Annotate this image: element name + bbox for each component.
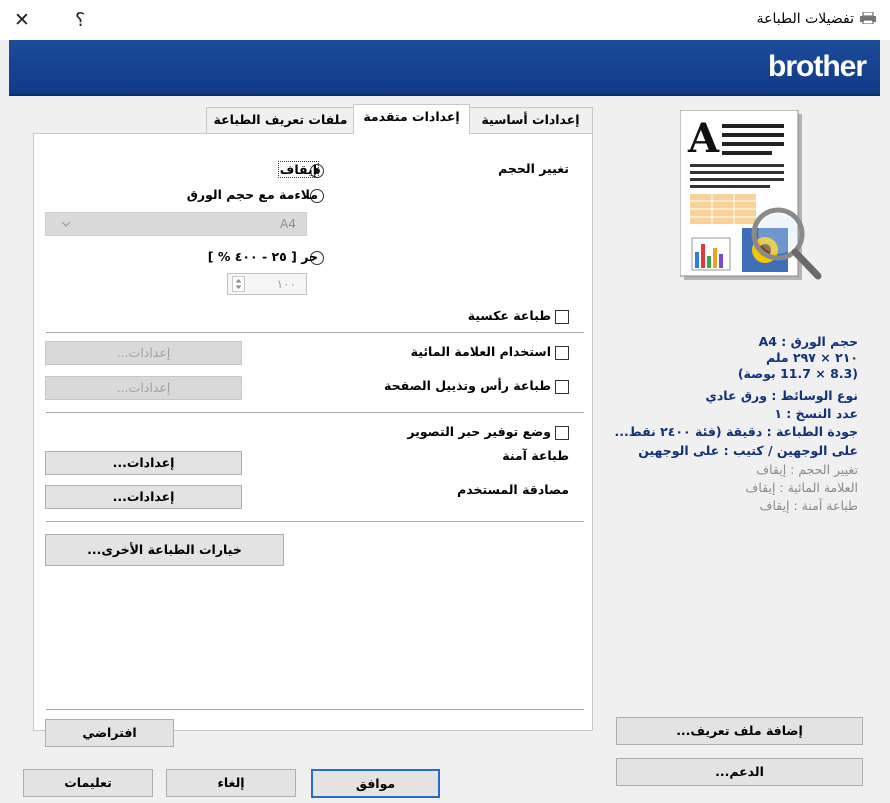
header-footer-settings-button[interactable]: إعدادات... bbox=[45, 376, 242, 400]
user-auth-settings-button[interactable]: إعدادات... bbox=[45, 485, 242, 509]
free-scale-value: ١٠٠ bbox=[276, 277, 296, 291]
separator bbox=[46, 332, 584, 333]
tab-print-profiles[interactable]: ملفات تعريف الطباعة bbox=[206, 107, 355, 133]
paper-size-select[interactable]: A4 bbox=[45, 212, 307, 236]
spin-arrows-icon bbox=[235, 279, 242, 289]
default-button[interactable]: افتراضي bbox=[45, 719, 174, 747]
watermark-checkbox[interactable] bbox=[555, 346, 569, 360]
summary-media-type: نوع الوسائط : ورق عادي bbox=[705, 388, 858, 403]
support-button[interactable]: الدعم... bbox=[616, 758, 863, 786]
svg-text:A: A bbox=[687, 115, 720, 162]
window-title-area: تفضيلات الطباعة bbox=[757, 11, 876, 27]
reverse-print-checkbox[interactable] bbox=[555, 310, 569, 324]
tab-basic[interactable]: إعدادات أساسية bbox=[468, 107, 593, 133]
separator bbox=[46, 521, 584, 522]
toner-save-checkbox[interactable] bbox=[555, 426, 569, 440]
summary-paper-size: حجم الورق : A4 bbox=[758, 334, 858, 349]
add-profile-button[interactable]: إضافة ملف تعريف... bbox=[616, 717, 863, 745]
separator bbox=[46, 412, 584, 413]
advanced-settings-panel: تغيير الحجم إيقاف ملاءمة مع حجم الورق A4… bbox=[33, 133, 593, 747]
cancel-button[interactable]: إلغاء bbox=[166, 769, 296, 797]
summary-paper-dim-in: (8.3 × 11.7 بوصة) bbox=[737, 366, 858, 381]
close-button[interactable]: ✕ bbox=[4, 6, 40, 34]
watermark-label[interactable]: استخدام العلامة المائية bbox=[411, 344, 551, 359]
spinner-arrows[interactable] bbox=[232, 276, 245, 292]
brother-logo: brother bbox=[768, 50, 867, 83]
help-icon: ؟ bbox=[74, 9, 86, 31]
chevron-down-icon bbox=[61, 221, 71, 227]
scaling-free-label[interactable]: حر [ ٢٥ - ٤٠٠ % ] bbox=[208, 249, 318, 264]
brand-bar: brother bbox=[9, 40, 880, 96]
scaling-label: تغيير الحجم bbox=[498, 161, 569, 176]
summary-panel: A حجم الورق : A4 ٢١٠ × ٢٩٧ ملم (8.3 × 11… bbox=[605, 110, 875, 745]
watermark-settings-button[interactable]: إعدادات... bbox=[45, 341, 242, 365]
header-footer-label[interactable]: طباعة رأس وتذييل الصفحة bbox=[384, 378, 551, 393]
secure-print-label: طباعة آمنة bbox=[502, 448, 569, 463]
summary-secure-print: طباعة آمنة : إيقاف bbox=[759, 498, 858, 513]
summary-scaling: تغيير الحجم : إيقاف bbox=[756, 462, 858, 477]
close-icon: ✕ bbox=[14, 9, 30, 31]
user-auth-label: مصادقة المستخدم bbox=[457, 482, 569, 497]
summary-paper-dim-mm: ٢١٠ × ٢٩٧ ملم bbox=[766, 350, 858, 365]
scaling-fit-paper-label[interactable]: ملاءمة مع حجم الورق bbox=[187, 187, 318, 202]
free-scale-spinner[interactable]: ١٠٠ bbox=[227, 273, 307, 295]
reverse-print-label[interactable]: طباعة عكسية bbox=[468, 308, 551, 323]
title-bar: ✕ ؟ تفضيلات الطباعة bbox=[0, 0, 890, 40]
summary-watermark: العلامة المائية : إيقاف bbox=[745, 480, 858, 495]
window-title: تفضيلات الطباعة bbox=[756, 11, 854, 27]
summary-duplex: على الوجهين / كتيب : على الوجهين bbox=[638, 443, 858, 458]
other-print-options-button[interactable]: خيارات الطباعة الأخرى... bbox=[45, 534, 284, 566]
scaling-off-label[interactable]: إيقاف bbox=[277, 161, 320, 178]
summary-print-quality: جودة الطباعة : دقيقة (فئة ٢٤٠٠ نقط... bbox=[614, 424, 858, 439]
tab-advanced[interactable]: إعدادات متقدمة bbox=[353, 104, 470, 134]
paper-size-value: A4 bbox=[280, 217, 296, 231]
page-preview-image: A bbox=[680, 110, 822, 280]
summary-copies: عدد النسخ : ١ bbox=[774, 406, 858, 421]
header-footer-checkbox[interactable] bbox=[555, 380, 569, 394]
secure-print-settings-button[interactable]: إعدادات... bbox=[45, 451, 242, 475]
separator bbox=[46, 709, 584, 710]
help-title-button[interactable]: ؟ bbox=[62, 6, 98, 34]
ok-button[interactable]: موافق bbox=[311, 769, 440, 798]
printer-icon bbox=[860, 12, 876, 24]
help-button[interactable]: تعليمات bbox=[23, 769, 153, 797]
toner-save-label[interactable]: وضع توفير حبر التصوير bbox=[407, 424, 551, 439]
